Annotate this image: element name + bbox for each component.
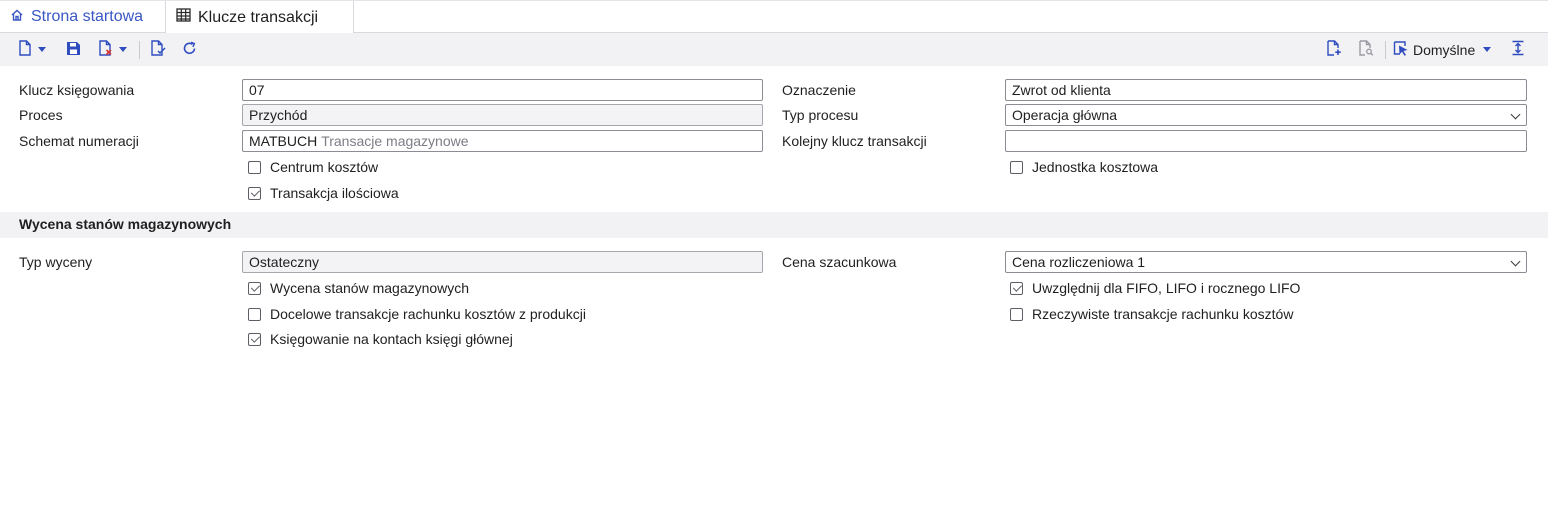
cena-select[interactable]: Cena rozliczeniowa 1 — [1005, 251, 1527, 273]
toolbar: Domyślne — [0, 33, 1548, 66]
checkbox-box[interactable] — [248, 332, 261, 346]
checkbox-box[interactable] — [1010, 307, 1023, 321]
validate-button[interactable] — [147, 33, 169, 66]
checkbox-box[interactable] — [248, 281, 261, 295]
save-button[interactable] — [62, 33, 84, 66]
ilosciowa-checkbox[interactable]: Transakcja ilościowa — [248, 184, 399, 202]
search-page-button[interactable] — [1355, 33, 1377, 66]
typ-procesu-value: Operacja główna — [1012, 107, 1118, 123]
oznaczenie-label: Oznaczenie — [782, 81, 856, 99]
checkbox-box[interactable] — [1010, 160, 1023, 174]
chevron-down-icon — [118, 47, 127, 52]
rzeczywiste-checkbox-label: Rzeczywiste transakcje rachunku kosztów — [1032, 306, 1294, 322]
typ-procesu-label-text: Typ procesu — [782, 107, 859, 123]
refresh-icon — [182, 41, 197, 59]
new-document-icon — [18, 40, 32, 59]
centrum-label: Centrum kosztów — [270, 159, 379, 175]
wycena-checkbox-label: Wycena stanów magazynowych — [270, 280, 470, 296]
chevron-down-icon — [1483, 47, 1492, 52]
wycena-section-header[interactable]: Wycena stanów magazynowych — [0, 212, 1548, 238]
checkbox-box[interactable] — [248, 160, 261, 174]
proces-label: Proces — [19, 106, 63, 124]
klucz-label-text: Klucz księgowania — [19, 82, 135, 98]
centrum-checkbox[interactable]: Centrum kosztów — [248, 158, 378, 176]
klucz-label: Klucz księgowania — [19, 81, 134, 99]
tab-klucze-transakcji[interactable]: Klucze transakcji — [165, 1, 354, 34]
schemat-desc: Transacje magazynowe — [321, 133, 469, 149]
refresh-button[interactable] — [178, 33, 200, 66]
oznaczenie-field[interactable]: Zwrot od klienta — [1005, 79, 1527, 101]
view-label: Domyślne — [1413, 41, 1476, 58]
fifo-checkbox[interactable]: Uwzględnij dla FIFO, LIFO i rocznego LIF… — [1010, 279, 1300, 297]
schemat-label: Schemat numeracji — [19, 132, 139, 150]
view-select-icon — [1393, 40, 1409, 59]
table-grid-icon — [176, 8, 191, 27]
proces-field: Przychód — [242, 104, 763, 126]
checkbox-box[interactable] — [248, 186, 261, 200]
typ-wyceny-field: Ostateczny — [242, 251, 763, 273]
toolbar-separator — [139, 41, 140, 59]
proces-label-text: Proces — [19, 107, 63, 123]
docelowe-checkbox[interactable]: Docelowe transakcje rachunku kosztów z p… — [248, 305, 586, 323]
wycena-section-title: Wycena stanów magazynowych — [19, 216, 232, 232]
tab-active-label: Klucze transakcji — [198, 8, 319, 26]
schemat-label-text: Schemat numeracji — [19, 133, 139, 149]
delete-button[interactable] — [92, 33, 132, 66]
cena-value: Cena rozliczeniowa 1 — [1012, 254, 1146, 270]
search-page-icon — [1358, 40, 1374, 59]
kolejny-field[interactable] — [1005, 130, 1527, 152]
tab-bar: Strona startowa Klucze transakcji — [0, 0, 1548, 34]
ilosciowa-label: Transakcja ilościowa — [270, 185, 399, 201]
kolejny-label-text: Kolejny klucz transakcji — [782, 133, 927, 149]
tab-home-label: Strona startowa — [31, 8, 144, 25]
wycena-checkbox[interactable]: Wycena stanów magazynowych — [248, 279, 469, 297]
checkbox-box[interactable] — [248, 307, 261, 321]
typ-wyceny-value: Ostateczny — [249, 254, 320, 270]
new-button[interactable] — [10, 33, 54, 66]
toolbar-separator — [1385, 41, 1386, 59]
fifo-checkbox-label: Uwzględnij dla FIFO, LIFO i rocznego LIF… — [1032, 280, 1301, 296]
add-page-button[interactable] — [1323, 33, 1345, 66]
docelowe-checkbox-label: Docelowe transakcje rachunku kosztów z p… — [270, 306, 586, 322]
ksiegowanie-checkbox-label: Księgowanie na kontach księgi głównej — [270, 331, 513, 347]
proces-value: Przychód — [249, 107, 308, 123]
validate-document-icon — [150, 40, 166, 59]
checkbox-box[interactable] — [1010, 281, 1023, 295]
home-icon — [10, 8, 24, 27]
oznaczenie-label-text: Oznaczenie — [782, 82, 856, 98]
schemat-code: MATBUCH — [249, 133, 318, 149]
kolejny-label: Kolejny klucz transakcji — [782, 132, 927, 150]
chevron-down-icon — [38, 47, 46, 52]
jednostka-checkbox[interactable]: Jednostka kosztowa — [1010, 158, 1158, 176]
jednostka-label: Jednostka kosztowa — [1032, 159, 1159, 175]
cena-label: Cena szacunkowa — [782, 253, 896, 271]
save-icon — [66, 41, 81, 59]
klucz-value: 07 — [249, 82, 265, 98]
collapse-icon — [1511, 40, 1525, 59]
typ-procesu-label: Typ procesu — [782, 106, 858, 124]
tab-home[interactable]: Strona startowa — [0, 1, 164, 33]
view-select-button[interactable]: Domyślne — [1393, 33, 1499, 66]
typ-procesu-select[interactable]: Operacja główna — [1005, 104, 1527, 126]
cena-label-text: Cena szacunkowa — [782, 254, 897, 270]
add-page-icon — [1326, 40, 1342, 59]
delete-document-icon — [98, 40, 113, 59]
collapse-button[interactable] — [1507, 33, 1529, 66]
klucz-field[interactable]: 07 — [242, 79, 763, 101]
rzeczywiste-checkbox[interactable]: Rzeczywiste transakcje rachunku kosztów — [1010, 305, 1293, 323]
schemat-field[interactable]: MATBUCH Transacje magazynowe — [242, 130, 763, 152]
typ-wyceny-label-text: Typ wyceny — [19, 254, 93, 270]
typ-wyceny-label: Typ wyceny — [19, 253, 92, 271]
ksiegowanie-checkbox[interactable]: Księgowanie na kontach księgi głównej — [248, 330, 513, 348]
oznaczenie-value: Zwrot od klienta — [1012, 82, 1111, 98]
